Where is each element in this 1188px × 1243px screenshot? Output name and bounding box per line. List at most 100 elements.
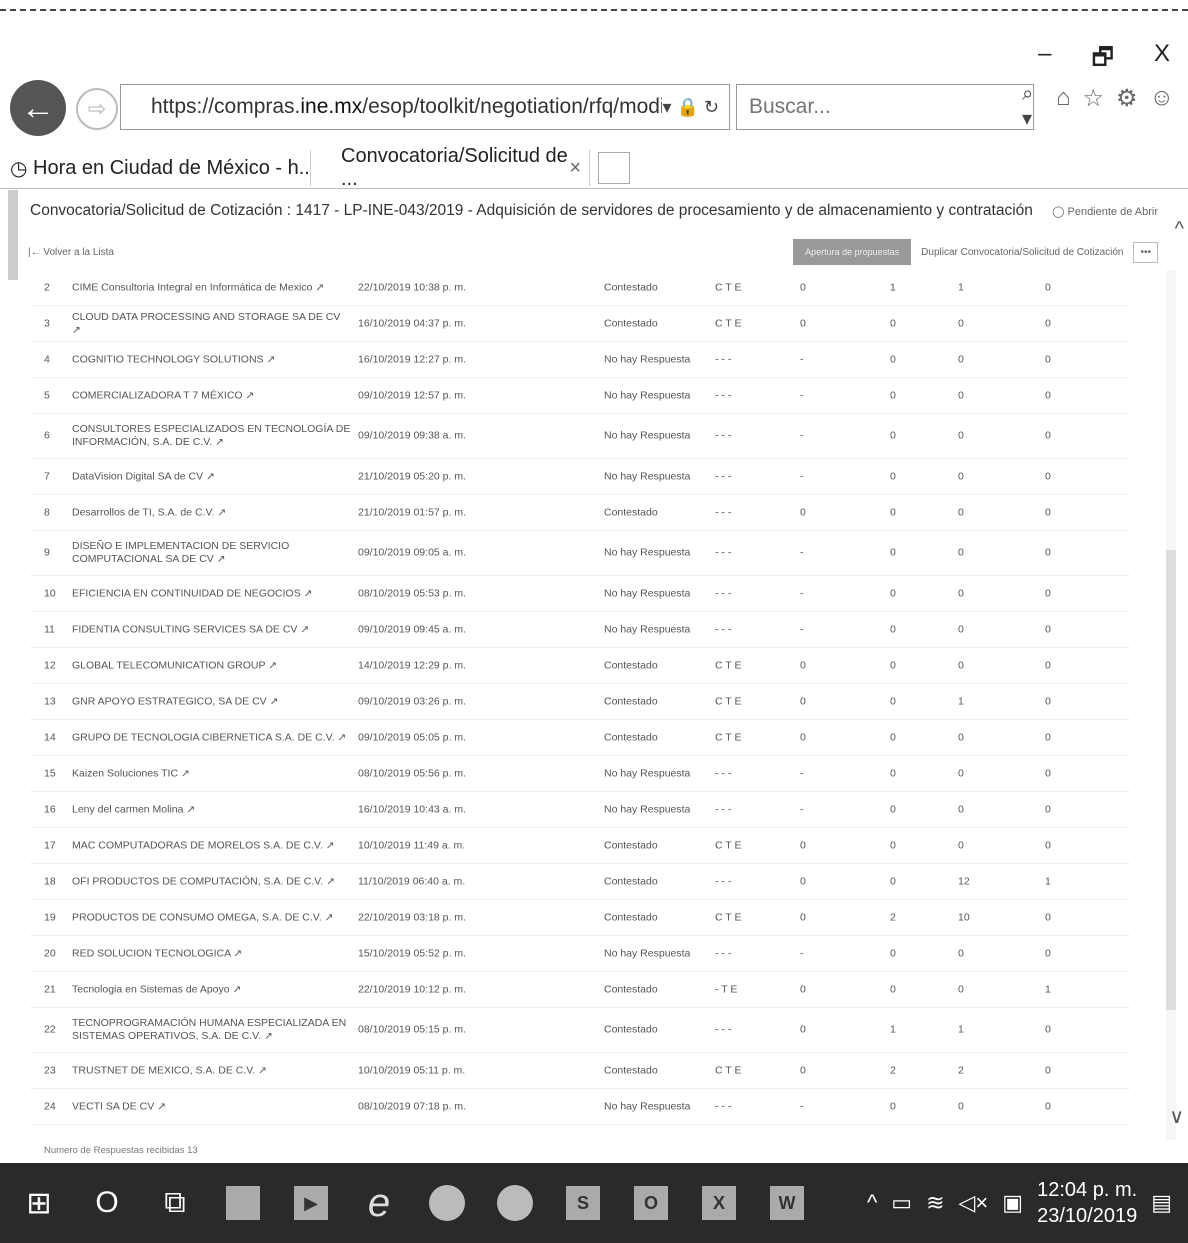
home-icon[interactable]: ⌂ — [1056, 84, 1071, 113]
col-d-value: 0 — [1045, 767, 1051, 779]
response-date: 08/10/2019 05:53 p. m. — [358, 587, 466, 599]
address-tools-icons[interactable]: ▾ 🔒 ↻ — [662, 97, 729, 118]
table-row: 15 Kaizen Soluciones TIC ↗ 08/10/2019 05:5… — [30, 756, 1130, 792]
response-status: No hay Respuesta — [604, 470, 691, 482]
clock[interactable]: 12:04 p. m. 23/10/2019 — [1037, 1177, 1137, 1229]
chrome-icon[interactable] — [418, 1174, 476, 1232]
chevron-up-icon[interactable]: ^ — [867, 1190, 877, 1216]
col-d-value: 0 — [1045, 839, 1051, 851]
supplier-name-link[interactable]: GLOBAL TELECOMUNICATION GROUP ↗ — [72, 659, 352, 672]
col-b-value: 0 — [890, 506, 896, 518]
cte-indicator: C T E — [715, 1064, 742, 1076]
vertical-scrollbar[interactable] — [1166, 270, 1176, 1140]
supplier-name-link[interactable]: Leny del carmen Molina ↗ — [72, 803, 352, 816]
response-date: 21/10/2019 05:20 p. m. — [358, 470, 466, 482]
supplier-name-link[interactable]: GNR APOYO ESTRATEGICO, SA DE CV ↗ — [72, 695, 352, 708]
duplicate-link[interactable]: Duplicar Convocatoria/Solicitud de Cotiz… — [921, 247, 1123, 258]
response-status: No hay Respuesta — [604, 1100, 691, 1112]
supplier-name-link[interactable]: DataVision Digital SA de CV ↗ — [72, 470, 352, 483]
favorites-star-icon[interactable]: ☆ — [1082, 84, 1104, 113]
response-status: No hay Respuesta — [604, 429, 691, 442]
supplier-name-link[interactable]: COGNITIO TECHNOLOGY SOLUTIONS ↗ — [72, 353, 352, 366]
address-bar[interactable]: https://compras.ine.mx/esop/toolkit/nego… — [120, 84, 730, 130]
supplier-name-link[interactable]: DISEÑO E IMPLEMENTACION DE SERVICIO COMP… — [72, 540, 352, 566]
cte-indicator: C T E — [715, 317, 742, 329]
supplier-name-link[interactable]: Kaizen Soluciones TIC ↗ — [72, 767, 352, 780]
smiley-feedback-icon[interactable]: ☺ — [1149, 84, 1174, 113]
scroll-up-arrow-icon[interactable]: ^ — [1175, 218, 1184, 241]
col-d-value: 0 — [1045, 623, 1051, 635]
volume-icon[interactable]: ◁× — [959, 1190, 989, 1216]
apertura-button[interactable]: Apertura de propuestas — [793, 239, 912, 265]
table-row: 14 GRUPO DE TECNOLOGIA CIBERNETICA S.A. D… — [30, 720, 1130, 756]
response-status: No hay Respuesta — [604, 623, 691, 635]
internet-explorer-icon[interactable]: e — [350, 1174, 408, 1232]
supplier-name-link[interactable]: CIME Consultoria Integral en Informática… — [72, 281, 352, 294]
forward-arrow-icon[interactable]: ⇨ — [76, 88, 118, 130]
task-view-icon[interactable]: ⧉ — [146, 1174, 204, 1232]
supplier-name-link[interactable]: EFICIENCIA EN CONTINUIDAD DE NEGOCIOS ↗ — [72, 587, 352, 600]
back-arrow-icon[interactable]: ← — [10, 80, 66, 136]
response-status: Contestado — [604, 731, 658, 743]
tab-hora[interactable]: ◷ Hora en Ciudad de México - h... — [10, 150, 315, 186]
col-c-value: 0 — [958, 767, 964, 779]
cte-indicator: - - - — [715, 506, 732, 518]
search-input[interactable] — [747, 94, 1022, 120]
col-a-value: 0 — [800, 281, 806, 293]
col-d-value: 0 — [1045, 506, 1051, 518]
wifi-icon[interactable]: ≋ — [926, 1190, 944, 1216]
supplier-name-link[interactable]: TRUSTNET DE MEXICO, S.A. DE C.V. ↗ — [72, 1064, 352, 1077]
word-icon[interactable]: W — [758, 1174, 816, 1232]
col-c-value: 0 — [958, 587, 964, 599]
col-c-value: 12 — [958, 875, 970, 887]
row-number: 7 — [44, 470, 50, 482]
supplier-name-link[interactable]: Desarrollos de TI, S.A. de C.V. ↗ — [72, 506, 352, 519]
media-player-icon[interactable]: ▶ — [282, 1174, 340, 1232]
minimize-button[interactable]: – — [1038, 40, 1051, 81]
col-d-value: 0 — [1045, 911, 1051, 923]
battery-icon[interactable]: ▭ — [891, 1190, 912, 1216]
supplier-name-link[interactable]: CONSULTORES ESPECIALIZADOS EN TECNOLOGÍA… — [72, 423, 352, 449]
supplier-name-link[interactable]: MAC COMPUTADORAS DE MORELOS S.A. DE C.V.… — [72, 839, 352, 852]
table-row: 23 TRUSTNET DE MEXICO, S.A. DE C.V. ↗ 10/1… — [30, 1053, 1130, 1089]
supplier-name-link[interactable]: VECTI SA DE CV ↗ — [72, 1100, 352, 1113]
supplier-name-link[interactable]: FIDENTIA CONSULTING SERVICES SA DE CV ↗ — [72, 623, 352, 636]
response-status: Contestado — [604, 911, 658, 923]
restore-button[interactable]: 🗗 — [1091, 40, 1114, 81]
scroll-down-arrow-icon[interactable]: ∨ — [1169, 1104, 1184, 1129]
excel-icon[interactable]: X — [690, 1174, 748, 1232]
skype-icon[interactable]: S — [554, 1174, 612, 1232]
table-row: 2 CIME Consultoria Integral en Informátic… — [30, 270, 1130, 306]
supplier-name-link[interactable]: GRUPO DE TECNOLOGIA CIBERNETICA S.A. DE … — [72, 731, 352, 744]
outlook-icon[interactable]: O — [622, 1174, 680, 1232]
windows-start-icon[interactable]: ⊞ — [10, 1174, 68, 1232]
notifications-icon[interactable]: ▤ — [1151, 1190, 1172, 1216]
supplier-name-link[interactable]: CLOUD DATA PROCESSING AND STORAGE SA DE … — [72, 311, 352, 337]
supplier-name-link[interactable]: PRODUCTOS DE CONSUMO OMEGA, S.A. DE C.V.… — [72, 911, 352, 924]
supplier-name-link[interactable]: TECNOPROGRAMACIÓN HUMANA ESPECIALIZADA E… — [72, 1017, 352, 1043]
cortana-icon[interactable]: O — [78, 1174, 136, 1232]
tab-convocatoria[interactable]: Convocatoria/Solicitud de ... × — [310, 145, 590, 190]
new-tab-icon[interactable] — [598, 152, 630, 184]
close-button[interactable]: X — [1154, 40, 1170, 81]
col-a-value: - — [800, 429, 804, 442]
scrollbar-thumb[interactable] — [1166, 550, 1176, 1010]
back-to-list-link[interactable]: |← Volver a la Lista — [28, 247, 793, 258]
settings-gear-icon[interactable]: ⚙ — [1116, 84, 1138, 113]
supplier-name-link[interactable]: RED SOLUCION TECNOLOGICA ↗ — [72, 947, 352, 960]
search-box[interactable]: ⌕ ▾ — [736, 83, 1034, 131]
search-icon[interactable]: ⌕ ▾ — [1022, 83, 1033, 131]
file-explorer-icon[interactable] — [214, 1174, 272, 1232]
keyboard-icon[interactable]: ▣ — [1002, 1190, 1023, 1216]
firefox-icon[interactable] — [486, 1174, 544, 1232]
more-options-button[interactable]: ••• — [1133, 241, 1158, 263]
supplier-name-link[interactable]: Tecnologia en Sistemas de Apoyo ↗ — [72, 983, 352, 996]
close-tab-icon[interactable]: × — [569, 157, 581, 180]
supplier-name-link[interactable]: COMERCIALIZADORA T 7 MÉXICO ↗ — [72, 389, 352, 402]
col-a-value: 0 — [800, 695, 806, 707]
col-c-value: 0 — [958, 429, 964, 442]
col-a-value: 0 — [800, 1064, 806, 1076]
col-d-value: 0 — [1045, 695, 1051, 707]
supplier-name-link[interactable]: OFI PRODUCTOS DE COMPUTACIÓN, S.A. DE C.… — [72, 875, 352, 888]
cte-indicator: - - - — [715, 623, 732, 635]
